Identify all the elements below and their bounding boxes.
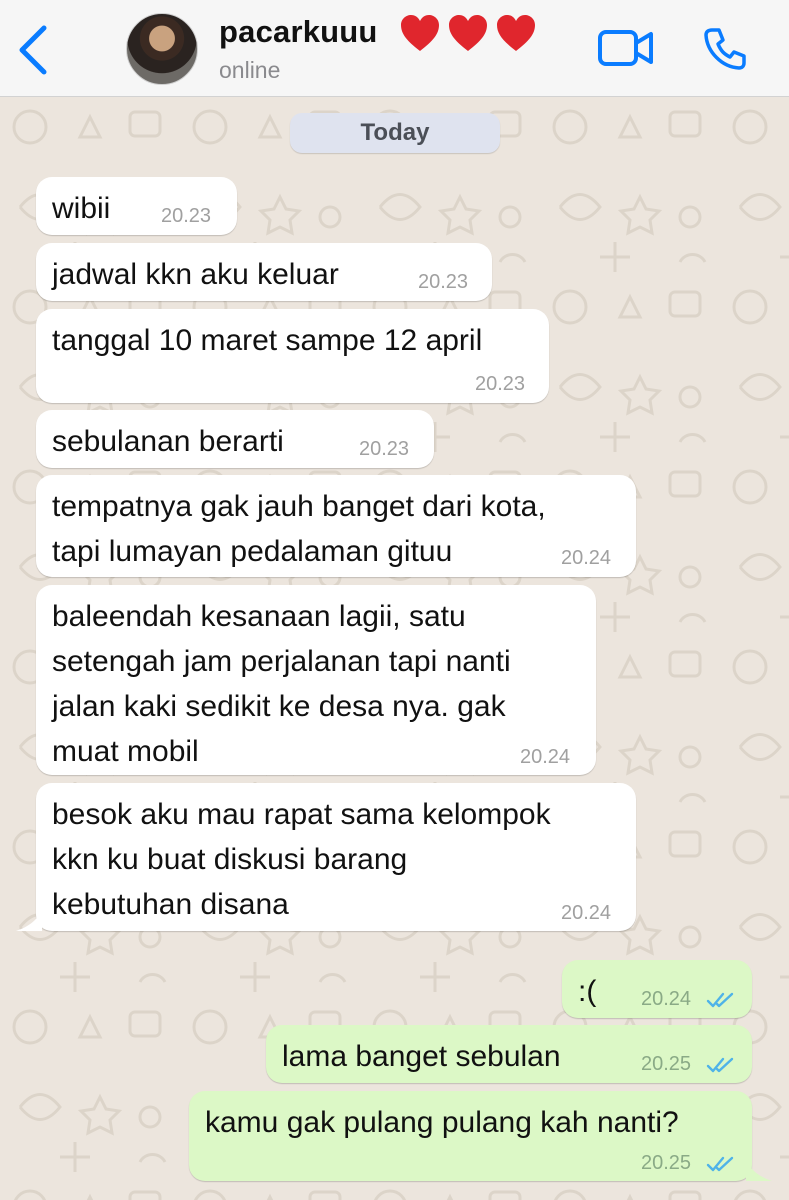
message-text: baleendah kesanaan lagii, satu setengah … bbox=[52, 600, 511, 768]
incoming-message-bubble[interactable]: besok aku mau rapat sama kelompok kkn ku… bbox=[36, 783, 636, 931]
message-text: besok aku mau rapat sama kelompok kkn ku… bbox=[52, 798, 551, 921]
message-text: :( bbox=[578, 975, 597, 1008]
bubble-tail bbox=[16, 911, 42, 931]
read-receipt-icon bbox=[706, 1156, 734, 1172]
video-call-button[interactable] bbox=[598, 28, 654, 68]
message-time: 20.23 bbox=[418, 271, 469, 293]
incoming-message-bubble[interactable]: jadwal kkn aku keluar 20.23 bbox=[36, 243, 492, 301]
read-receipt-icon bbox=[706, 992, 734, 1008]
chat-area[interactable]: Today wibii 20.23 jadwal kkn aku keluar 20.… bbox=[0, 97, 789, 1200]
heart-icon bbox=[497, 15, 535, 51]
read-receipt-icon bbox=[706, 1057, 734, 1073]
message-text: tempatnya gak jauh banget dari kota, tap… bbox=[52, 490, 546, 568]
incoming-message-bubble[interactable]: tanggal 10 maret sampe 12 april 20.23 bbox=[36, 309, 549, 403]
message-time: 20.23 bbox=[359, 438, 410, 460]
outgoing-message-bubble[interactable]: :( 20.24 bbox=[562, 960, 752, 1018]
message-text: kamu gak pulang pulang kah nanti? bbox=[205, 1106, 679, 1139]
incoming-message-bubble[interactable]: wibii 20.23 bbox=[36, 177, 237, 235]
message-text: tanggal 10 maret sampe 12 april bbox=[52, 324, 483, 357]
outgoing-message-bubble[interactable]: lama banget sebulan 20.25 bbox=[266, 1025, 752, 1083]
message-time: 20.25 bbox=[641, 1053, 692, 1075]
date-separator: Today bbox=[290, 113, 500, 153]
bubble-tail bbox=[746, 1161, 772, 1181]
message-time: 20.23 bbox=[161, 205, 212, 227]
heart-icon bbox=[401, 15, 439, 51]
chevron-left-icon bbox=[19, 25, 47, 75]
outgoing-message-bubble[interactable]: kamu gak pulang pulang kah nanti? 20.25 bbox=[189, 1091, 752, 1181]
chat-header: pacarkuuu online bbox=[0, 0, 789, 97]
message-text: wibii bbox=[52, 192, 111, 225]
heart-icon bbox=[449, 15, 487, 51]
avatar[interactable] bbox=[126, 13, 198, 85]
incoming-message-bubble[interactable]: tempatnya gak jauh banget dari kota, tap… bbox=[36, 475, 636, 577]
message-time: 20.24 bbox=[641, 988, 692, 1010]
presence-status: online bbox=[219, 57, 281, 83]
voice-call-button[interactable] bbox=[702, 26, 748, 72]
contact-name[interactable]: pacarkuuu bbox=[219, 14, 378, 50]
video-camera-icon bbox=[598, 30, 653, 66]
incoming-message-bubble[interactable]: sebulanan berarti 20.23 bbox=[36, 410, 434, 468]
message-text: jadwal kkn aku keluar bbox=[52, 258, 339, 291]
message-time: 20.25 bbox=[641, 1152, 692, 1174]
message-time: 20.23 bbox=[475, 373, 526, 395]
message-text: sebulanan berarti bbox=[52, 425, 284, 458]
message-time: 20.24 bbox=[561, 902, 612, 924]
back-button[interactable] bbox=[14, 24, 54, 76]
message-time: 20.24 bbox=[561, 547, 612, 569]
phone-icon bbox=[704, 28, 746, 70]
incoming-message-bubble[interactable]: baleendah kesanaan lagii, satu setengah … bbox=[36, 585, 596, 775]
message-time: 20.24 bbox=[520, 746, 571, 768]
message-text: lama banget sebulan bbox=[282, 1040, 561, 1073]
contact-name-hearts bbox=[399, 13, 537, 55]
